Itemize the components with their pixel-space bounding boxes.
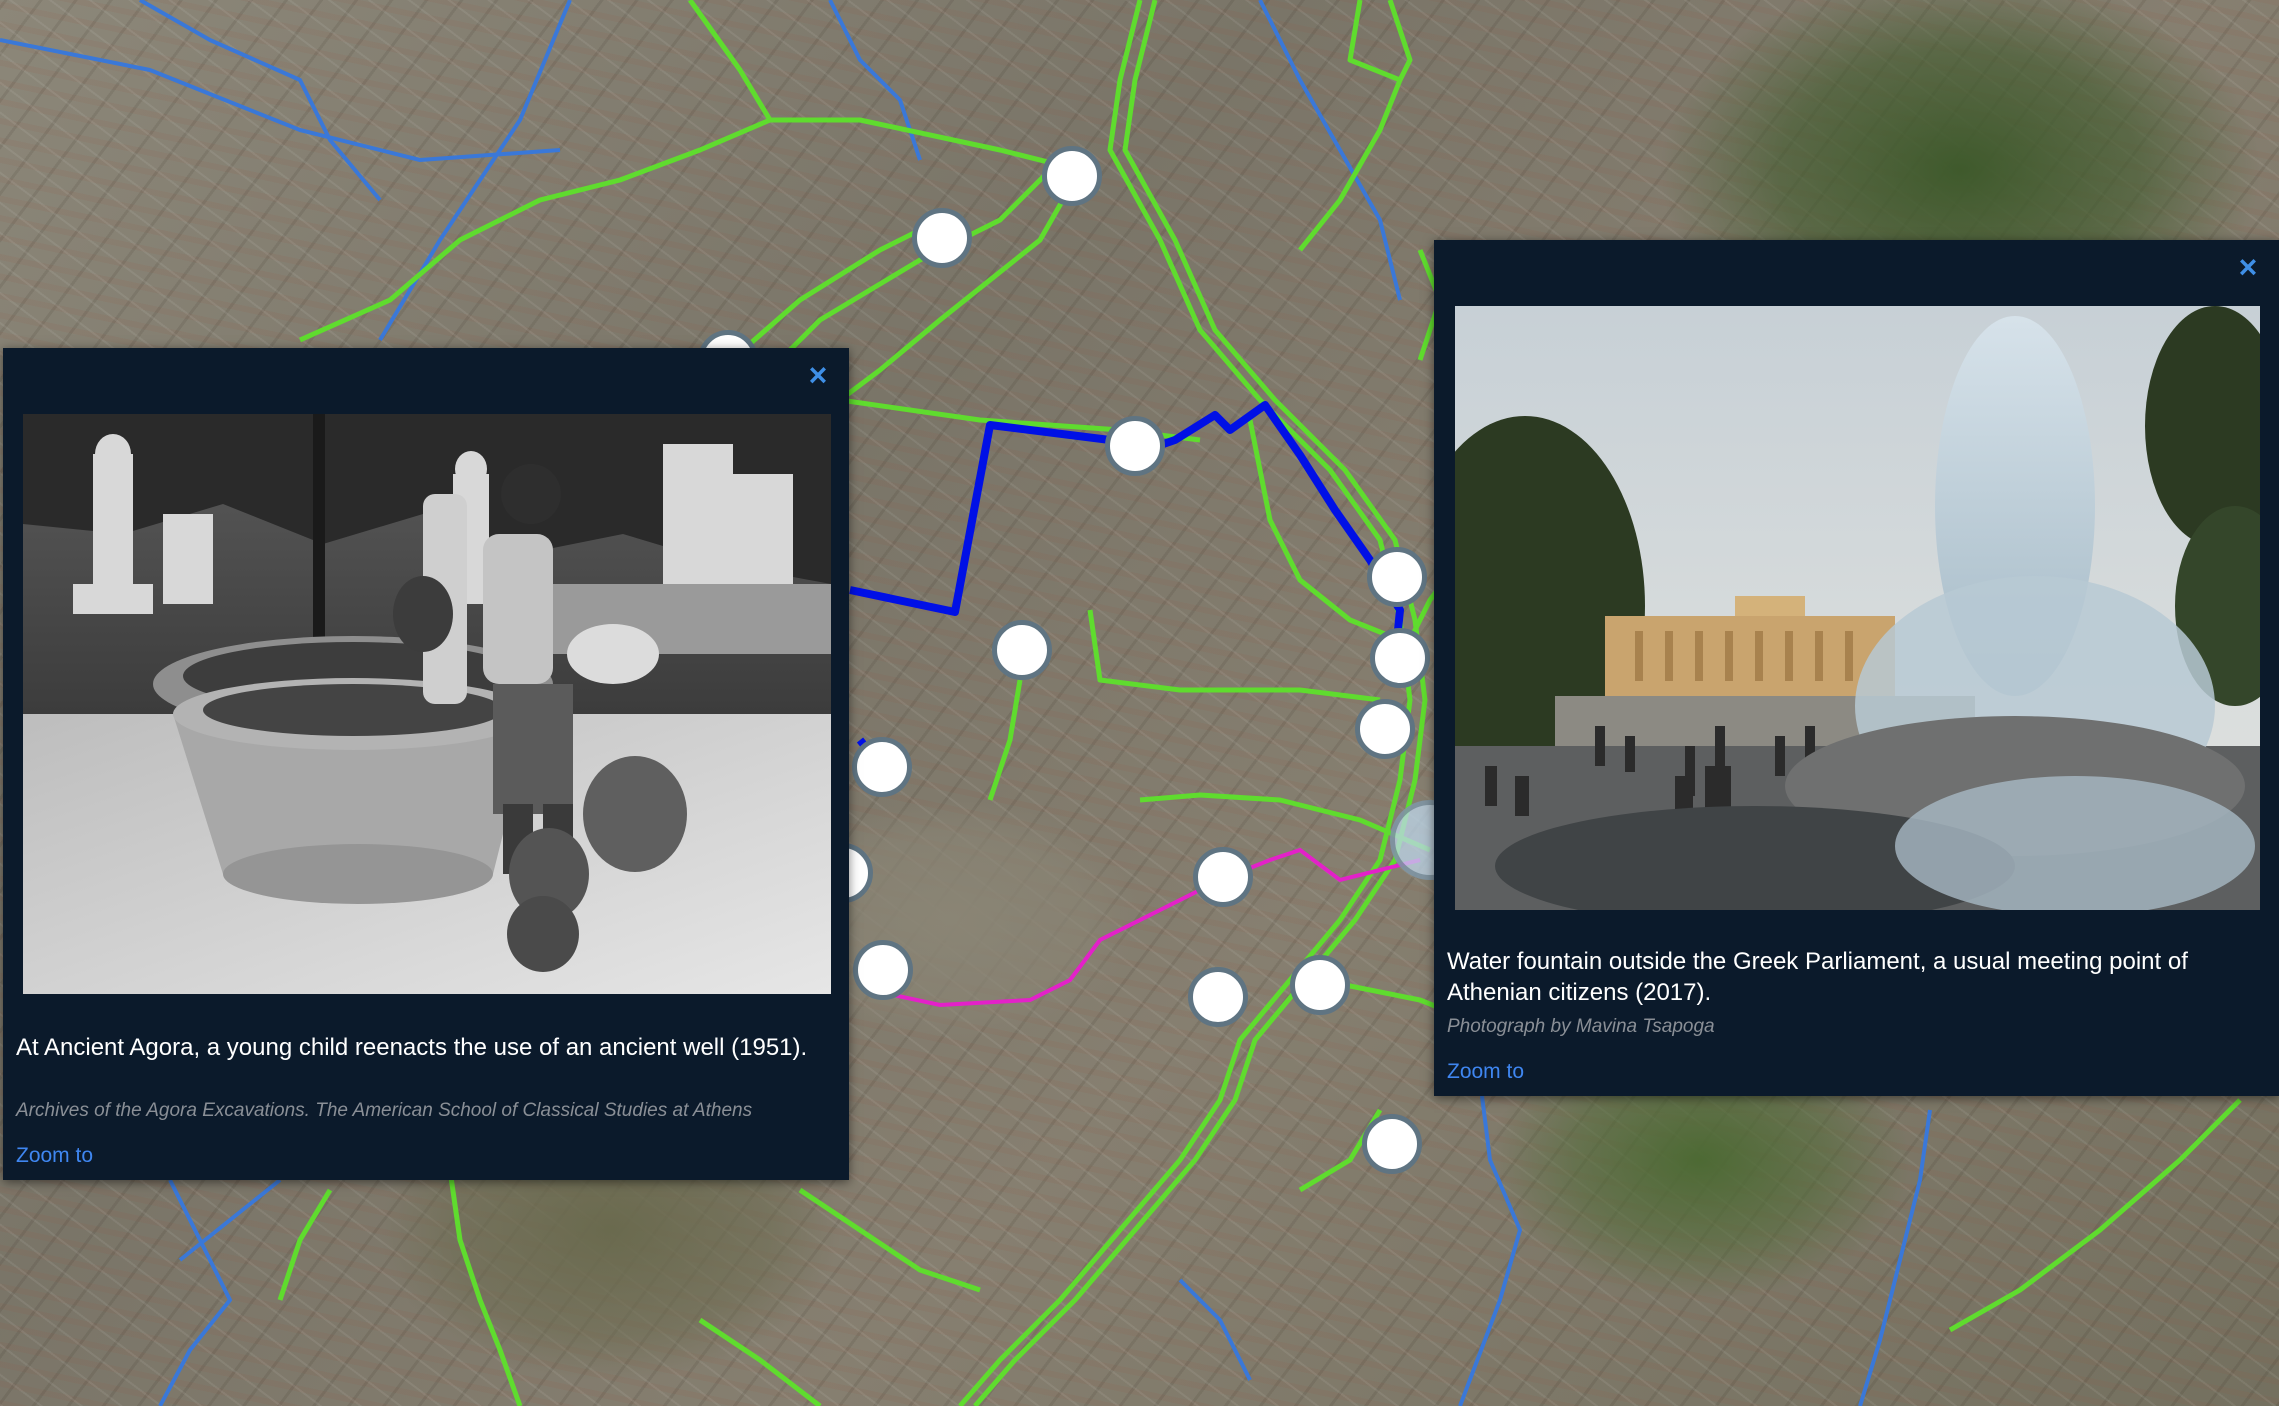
map-marker[interactable] [1367,547,1427,607]
map-marker[interactable] [1362,1114,1422,1174]
parliament-fountain-photo [1455,306,2260,910]
agora-well-photo [23,414,831,994]
close-icon[interactable]: × [2233,251,2263,283]
close-icon[interactable]: × [803,359,833,391]
map-marker[interactable] [1105,416,1165,476]
info-popup-agora: × At Ancient Agora, a young child reenac… [3,348,849,1180]
map-marker[interactable] [1042,146,1102,206]
map-marker[interactable] [1290,955,1350,1015]
map-marker[interactable] [853,940,913,1000]
map-marker[interactable] [852,737,912,797]
map-marker[interactable] [1355,699,1415,759]
popup-caption: At Ancient Agora, a young child reenacts… [16,1034,808,1061]
popup-credit: Photograph by Mavina Tsapoga [1447,1016,1715,1037]
map-marker[interactable] [992,620,1052,680]
map-marker[interactable] [1193,847,1253,907]
popup-caption: Water fountain outside the Greek Parliam… [1447,948,2188,1006]
map-marker[interactable] [912,208,972,268]
map-marker[interactable] [1370,628,1430,688]
zoom-to-link[interactable]: Zoom to [16,1144,93,1168]
zoom-to-link[interactable]: Zoom to [1447,1060,1524,1084]
popup-credit: Archives of the Agora Excavations. The A… [16,1100,753,1121]
info-popup-parliament: × Water fountain outside the Greek Parli… [1434,240,2279,1096]
map-marker[interactable] [1188,967,1248,1027]
